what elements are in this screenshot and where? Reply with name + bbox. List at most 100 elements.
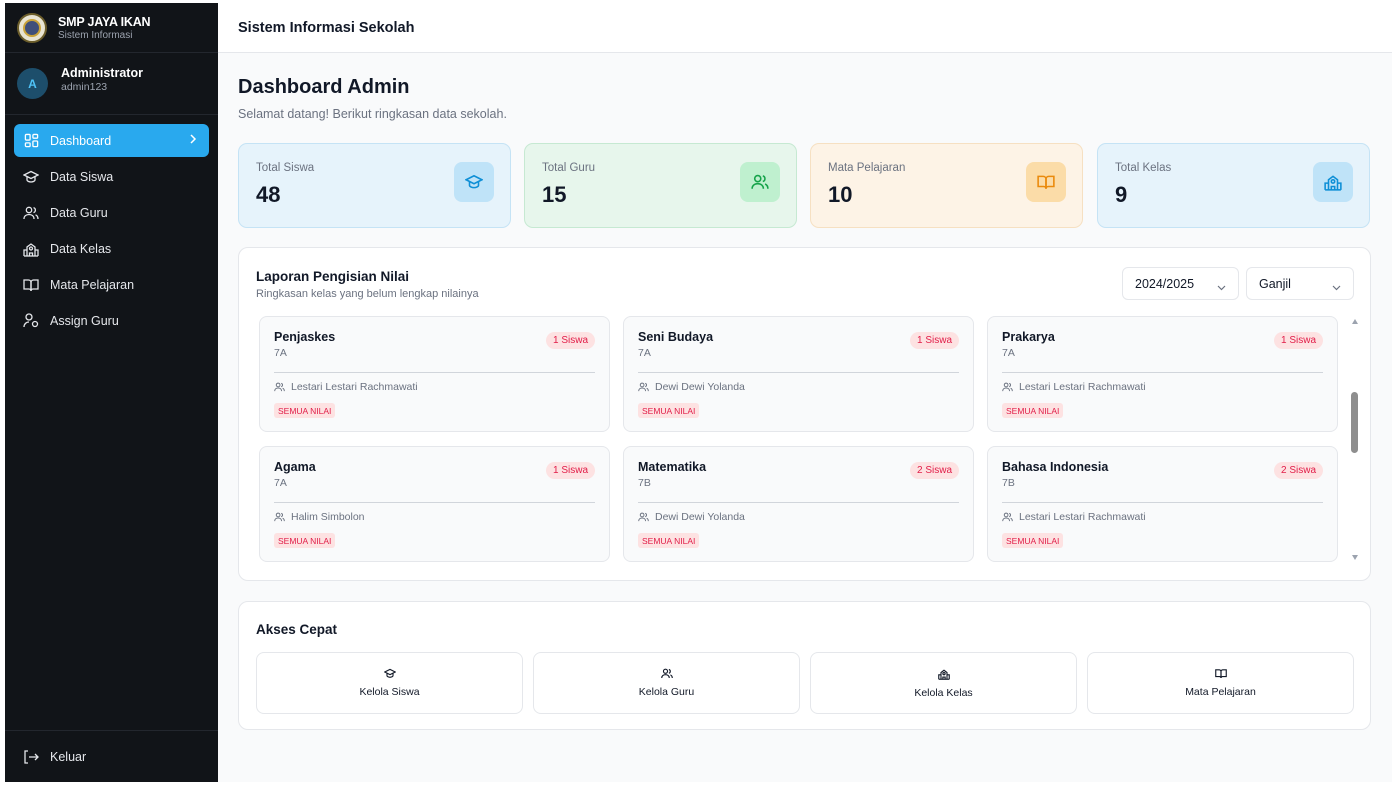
users-icon [1002,382,1013,392]
report-card[interactable]: Prakarya 7A 1 Siswa Lestari Lestari Rach… [987,316,1338,432]
card-class: 7B [1002,477,1015,489]
report-scrollbar[interactable] [1350,316,1360,564]
status-badge: 1 Siswa [909,332,959,349]
top-bar: Sistem Informasi Sekolah [218,3,1392,53]
topbar-title: Sistem Informasi Sekolah [238,19,415,36]
sidebar-item-label: Assign Guru [50,313,119,328]
book-icon [23,277,39,293]
card-divider [638,372,959,373]
report-card-grid: Penjaskes 7A 1 Siswa Lestari Lestari Rac… [259,316,1339,564]
quick-label: Kelola Kelas [914,686,973,699]
card-teacher-name: Lestari Lestari Rachmawati [291,381,418,393]
scroll-up-arrow-icon[interactable] [1352,319,1358,324]
logout-label: Keluar [50,749,87,764]
brand-title: SMP JAYA IKAN [58,14,151,29]
card-class: 7A [274,347,287,359]
kelola-kelas-button[interactable]: Kelola Kelas [810,652,1077,714]
quick-label: Mata Pelajaran [1185,686,1256,698]
graduation-cap-icon [454,162,494,202]
card-tag: SEMUA NILAI [638,533,700,548]
school-icon [937,669,950,680]
quick-label: Kelola Guru [638,686,695,698]
school-icon [23,241,39,257]
card-tag: SEMUA NILAI [638,403,700,418]
card-tag: SEMUA NILAI [1002,403,1064,418]
logout-button[interactable]: Keluar [5,730,218,782]
logout-icon [23,749,39,765]
card-teacher-name: Dewi Dewi Yolanda [655,511,745,523]
card-divider [274,372,595,373]
user-username: admin123 [61,81,108,93]
card-teacher: Lestari Lestari Rachmawati [1002,511,1146,523]
card-class: 7A [1002,347,1015,359]
status-badge: 1 Siswa [545,462,595,479]
card-divider [638,502,959,503]
mata-pelajaran-button[interactable]: Mata Pelajaran [1087,652,1354,714]
sidebar-item-assign-guru[interactable]: Assign Guru [14,304,209,337]
sidebar-item-mata-pelajaran[interactable]: Mata Pelajaran [14,268,209,301]
scroll-down-arrow-icon[interactable] [1352,555,1358,560]
status-badge: 1 Siswa [545,332,595,349]
card-teacher: Dewi Dewi Yolanda [638,381,745,393]
year-select[interactable]: 2024/2025 [1122,267,1239,300]
sidebar-item-label: Data Kelas [50,241,112,256]
sidebar-item-label: Dashboard [50,133,112,148]
kelola-siswa-button[interactable]: Kelola Siswa [256,652,523,714]
card-teacher: Halim Simbolon [274,511,365,523]
stat-card-mata-pelajaran: Mata Pelajaran 10 [810,143,1083,228]
report-title: Laporan Pengisian Nilai [256,269,410,284]
card-teacher-name: Halim Simbolon [291,511,365,523]
sidebar-item-data-siswa[interactable]: Data Siswa [14,160,209,193]
semester-select-value: Ganjil [1259,276,1291,291]
card-class: 7A [274,477,287,489]
quick-label: Kelola Siswa [359,686,420,698]
sidebar-item-data-guru[interactable]: Data Guru [14,196,209,229]
report-card[interactable]: Seni Budaya 7A 1 Siswa Dewi Dewi Yolanda… [623,316,974,432]
users-icon [274,382,285,392]
users-icon [1002,512,1013,522]
card-teacher-name: Lestari Lestari Rachmawati [1019,511,1146,523]
report-subtitle: Ringkasan kelas yang belum lengkap nilai… [256,288,479,300]
card-teacher: Lestari Lestari Rachmawati [1002,381,1146,393]
card-divider [1002,502,1323,503]
graduation-cap-icon [383,668,396,678]
chevron-down-icon [1217,280,1226,294]
kelola-guru-button[interactable]: Kelola Guru [533,652,800,714]
book-icon [1214,669,1227,679]
card-tag: SEMUA NILAI [1002,533,1064,548]
report-card[interactable]: Penjaskes 7A 1 Siswa Lestari Lestari Rac… [259,316,610,432]
stat-card-total-kelas: Total Kelas 9 [1097,143,1370,228]
user-name: Administrator [61,66,143,80]
graduation-cap-icon [23,169,39,185]
year-select-value: 2024/2025 [1135,276,1195,291]
report-card[interactable]: Bahasa Indonesia 7B 2 Siswa Lestari Lest… [987,446,1338,562]
report-card[interactable]: Agama 7A 1 Siswa Halim Simbolon SEMUA NI… [259,446,610,562]
users-icon [740,162,780,202]
scroll-thumb[interactable] [1351,392,1358,453]
quick-access-title: Akses Cepat [256,622,338,637]
school-icon [1313,162,1353,202]
card-teacher-name: Lestari Lestari Rachmawati [1019,381,1146,393]
status-badge: 2 Siswa [909,462,959,479]
semester-select[interactable]: Ganjil [1246,267,1354,300]
sidebar-item-dashboard[interactable]: Dashboard [14,124,209,157]
card-divider [1002,372,1323,373]
chevron-down-icon [1332,280,1341,294]
report-panel: Laporan Pengisian Nilai Ringkasan kelas … [238,247,1371,581]
users-icon [660,668,673,679]
card-tag: SEMUA NILAI [274,533,336,548]
main-content: Dashboard Admin Selamat datang! Berikut … [218,53,1392,782]
sidebar-item-data-kelas[interactable]: Data Kelas [14,232,209,265]
user-assign-icon [23,313,39,329]
stat-card-total-siswa: Total Siswa 48 [238,143,511,228]
card-teacher: Dewi Dewi Yolanda [638,511,745,523]
card-class: 7B [638,477,651,489]
avatar: A [17,68,48,99]
users-icon [638,512,649,522]
card-divider [274,502,595,503]
card-teacher: Lestari Lestari Rachmawati [274,381,418,393]
users-icon [274,512,285,522]
sidebar-item-label: Data Siswa [50,169,114,184]
report-card[interactable]: Matematika 7B 2 Siswa Dewi Dewi Yolanda … [623,446,974,562]
page-subtitle: Selamat datang! Berikut ringkasan data s… [238,107,507,121]
